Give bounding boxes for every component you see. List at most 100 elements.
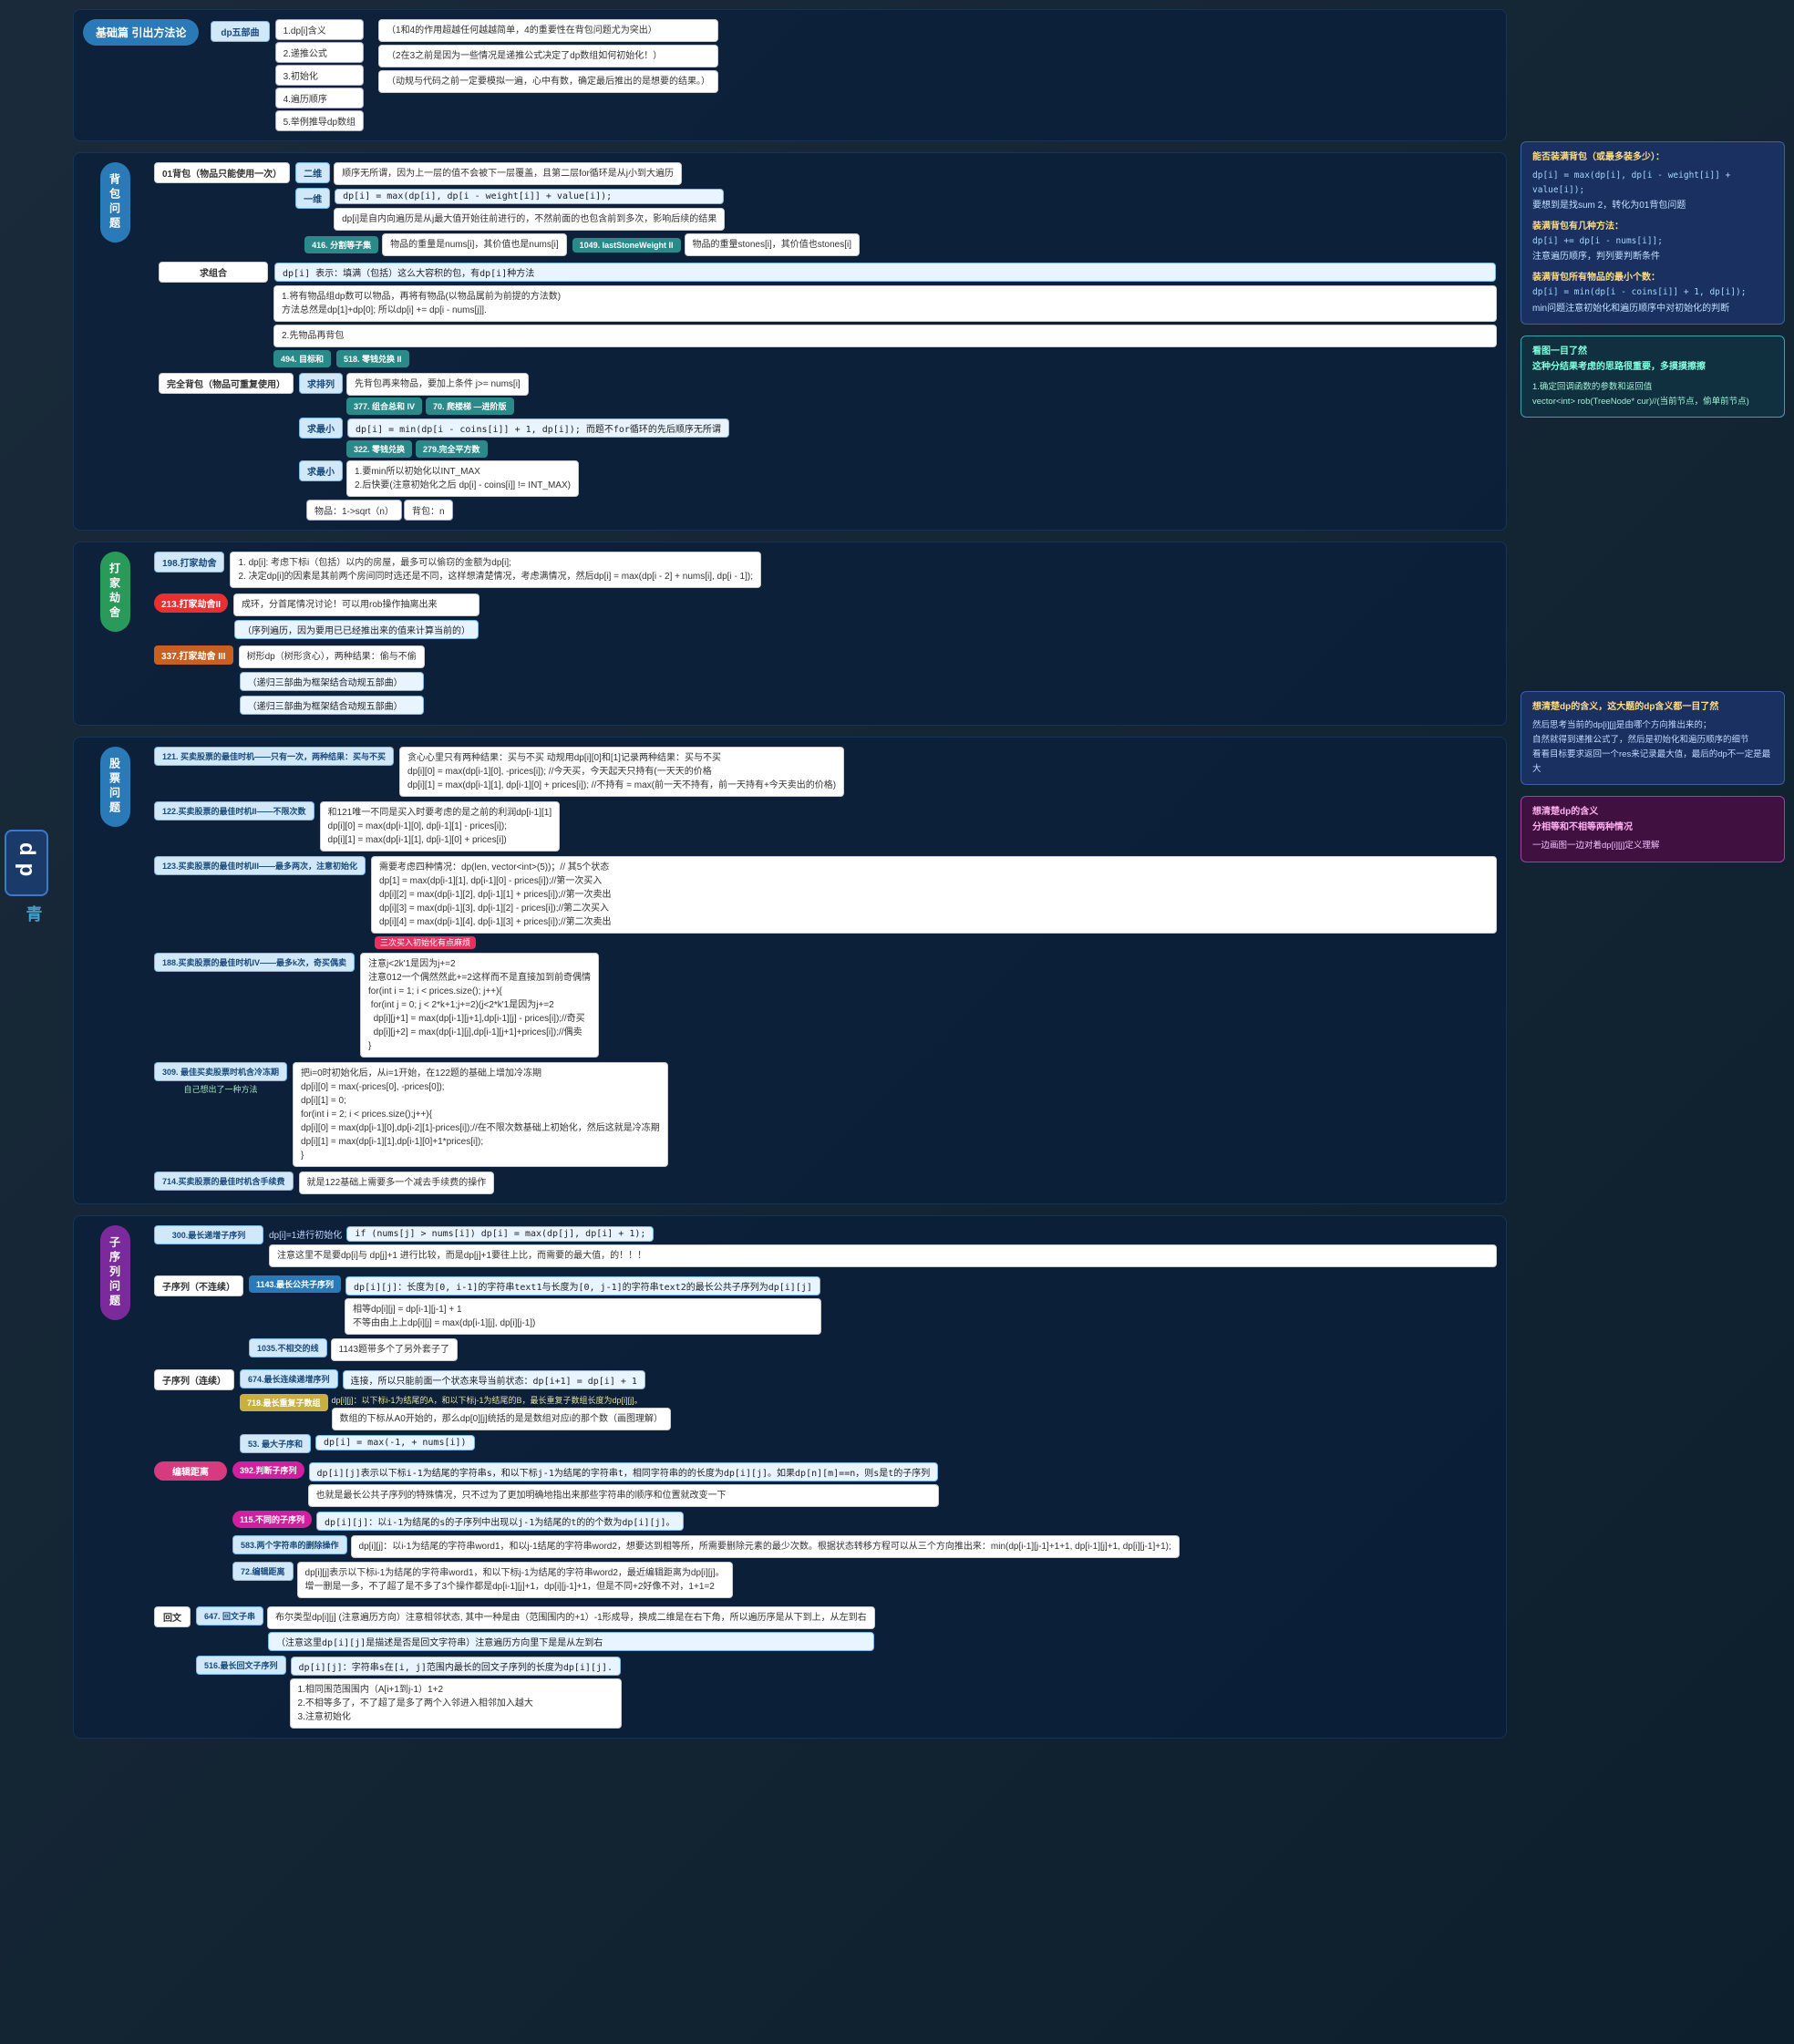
- huiwen-label: 回文: [154, 1606, 191, 1627]
- beibao-right-title1: 能否装满背包（或最多装多少）：: [1532, 150, 1773, 165]
- beibao-right-formula3: dp[i] = min(dp[i - coins[i]] + 1, dp[i])…: [1532, 285, 1773, 300]
- gupiao-section: 股票问题 121. 买卖股票的最佳时机——只有一次，两种结果：买与不买 贪心心里…: [73, 737, 1507, 1204]
- prob-337-id: 337.打家劫舍 III: [154, 645, 233, 665]
- wanquan-pailic-label: 求排列: [299, 373, 343, 394]
- jichu-title: 基础篇 引出方法论: [83, 19, 199, 46]
- gupiao-123-label: 123.买卖股票的最佳时机III——最多两次，注意初始化: [154, 856, 366, 875]
- zixulie-right-info2: 想清楚dp的含义分相等和不相等两种情况 一边画图一边对着dp[i][j]定义理解: [1521, 796, 1785, 862]
- beibao-right-note2: 注意遍历顺序，判列要判断条件: [1532, 249, 1773, 264]
- beibao-01-problems: 416. 分割等子集 物品的重量是nums[i]，其价值也是nums[i] 10…: [295, 233, 860, 256]
- beibao-01-2d-label: 二维: [295, 162, 330, 183]
- zixulie-right-content2: 一边画图一边对着dp[i][j]定义理解: [1532, 839, 1773, 853]
- prob-718: 718.最长重复子数组 dp[i][j]：以下标i-1为结尾的A，和以下标j-1…: [240, 1394, 1497, 1430]
- prob-337-recursion-note: （递归三部曲为框架结合动规五部曲）: [240, 672, 424, 691]
- prob-72-desc: dp[i][j]表示以下标i-1为结尾的字符串word1，和以下标j-1为结尾的…: [297, 1562, 733, 1598]
- dp-step5: 5.举例推导dp数组: [275, 110, 364, 131]
- prob-377: 377. 组合总和 IV: [346, 397, 422, 415]
- gupiao-714-desc: 就是122基础上需要多一个减去手续费的操作: [299, 1172, 495, 1194]
- prob-1143-id: 1143.最长公共子序列: [249, 1275, 341, 1293]
- wanquan-pailie-desc: 先背包再来物品，要加上条件 j>= nums[i]: [346, 373, 529, 396]
- jichu-section: 基础篇 引出方法论 dp五部曲 1.dp[i]含义 2.递推公式 3.初始化 4…: [73, 9, 1507, 141]
- gupiao-121: 121. 买卖股票的最佳时机——只有一次，两种结果：买与不买 贪心心里只有两种结…: [154, 747, 1497, 797]
- prob-583: 583.两个字符串的删除操作 dp[i][j]：以i-1为结尾的字符串word1…: [232, 1535, 1497, 1558]
- prob-72: 72.编辑距离 dp[i][j]表示以下标i-1为结尾的字符串word1，和以下…: [232, 1562, 1497, 1598]
- dajiayoudou-198: 198.打家劫舍 1. dp[i]: 考虑下标i（包括）以内的房屋，最多可以偷窃…: [154, 552, 1497, 588]
- beibao-right-note1: 要想到是找sum 2，转化为01背包问题: [1532, 198, 1773, 213]
- dajiayoudou-right-title: 看图一目了然这种分结果考虑的思路很重要，多摸摸擦擦: [1532, 344, 1773, 375]
- bianjijuli-label: 编辑距离: [154, 1461, 227, 1481]
- prob-213-seq-note: （序列遍历，因为要用已已经推出来的值来计算当前的）: [234, 620, 479, 639]
- beibao-01-1d-formula: dp[i] = max(dp[i], dp[i - weight[i]] + v…: [335, 189, 724, 204]
- prob-198-id: 198.打家劫舍: [154, 552, 224, 573]
- prob-416-note: 物品的重量是nums[i]，其价值也是nums[i]: [382, 233, 566, 256]
- zixulie-right-title1: 想清楚dp的含义，这大题的dp含义都一目了然: [1532, 699, 1773, 715]
- beibao-right-info: 能否装满背包（或最多装多少）： dp[i] = max(dp[i], dp[i …: [1521, 141, 1785, 325]
- prob-115-id: 115.不同的子序列: [232, 1511, 312, 1528]
- gupiao-309-label: 309. 最佳买卖股票时机含冷冻期: [154, 1062, 287, 1081]
- prob-53: 53. 最大子序和 dp[i] = max(-1, + nums[i]): [240, 1434, 1497, 1453]
- prob-718-dplabel: dp[i][j]：以下标i-1为结尾的A，和以下标j-1为结尾的B，最长重复子数…: [332, 1394, 671, 1406]
- zixulie-section: 子序列问题 300.最长递增子序列 dp[i]=1进行初始化 if (nums[…: [73, 1215, 1507, 1739]
- prob-1049-id: 1049. lastStoneWeight II: [572, 238, 681, 253]
- gupiao-122: 122.买卖股票的最佳时机II——不限次数 和121唯一不同是买入时要考虑的是之…: [154, 801, 1497, 852]
- prob-674-id: 674.最长连续递增序列: [240, 1369, 338, 1388]
- beibao-01-1d: 一维 dp[i] = max(dp[i], dp[i - weight[i]] …: [295, 188, 860, 231]
- main-container: dp 青 基础篇 引出方法论 dp五部曲: [0, 0, 1794, 2044]
- prob-213-note: 成环，分首尾情况讨论！可以用rob操作抽离出来: [233, 594, 479, 616]
- dp-step4: 4.遍历顺序: [275, 88, 364, 108]
- prob-647: 647. 回文子串 布尔类型dp[i][j] (注意遍历方向）注意相邻状态, 其…: [196, 1606, 1497, 1652]
- beibao-01-2d-desc: 顺序无所谓，因为上一层的值不会被下一层覆盖，且第二层for循环是从j小到大遍历: [334, 162, 682, 185]
- dp-step2: 2.递推公式: [275, 42, 364, 63]
- dajiayoudou-right-code: 1.确定回调函数的参数和返回值vector<int> rob(TreeNode*…: [1532, 380, 1773, 409]
- prob-337-desc: 树形dp（树形贪心），两种结果：偷与不偷: [239, 645, 425, 668]
- prob-516-id: 516.最长回文子序列: [196, 1656, 286, 1675]
- gupiao-188-desc: 注意j<2k'1是因为j+=2 注意012一个偶然然此+=2这样而不是直接加到前…: [360, 953, 599, 1058]
- prob-718-id: 718.最长重复子数组: [240, 1394, 328, 1411]
- prob-1035-id: 1035.不相交的线: [249, 1338, 327, 1358]
- beibao-01-2d: 二维 顺序无所谓，因为上一层的值不会被下一层覆盖，且第二层for循环是从j小到大…: [295, 162, 860, 185]
- beibao-right-title3: 装满背包所有物品的最小个数：: [1532, 270, 1773, 285]
- dp-step3: 3.初始化: [275, 65, 364, 86]
- lianxu-label: 子序列（连续）: [154, 1369, 234, 1390]
- gupiao-123: 123.买卖股票的最佳时机III——最多两次，注意初始化 需要考虑四种情况：dp…: [154, 856, 1497, 948]
- beibao-right-note3: min问题注意初始化和遍历顺序中对初始化的判断: [1532, 301, 1773, 316]
- dajiayoudou-title: 打家劫舍: [100, 552, 130, 632]
- side-panels: 能否装满背包（或最多装多少）： dp[i] = max(dp[i], dp[i …: [1521, 0, 1785, 1750]
- zixulie-title: 子序列问题: [100, 1225, 130, 1320]
- dp-step1: 1.dp[i]含义: [275, 19, 364, 40]
- prob-647-formula-note: （注意这里dp[i][j]是描述是否是回文字符串）注意遍历方向里下是是从左到右: [268, 1632, 874, 1651]
- beibao-01-1d-label: 一维: [295, 188, 330, 209]
- gupiao-title: 股票问题: [100, 747, 130, 827]
- gupiao-123-desc: 需要考虑四种情况：dp(len, vector<int>(5))；// 其5个状…: [371, 856, 1497, 934]
- prob-198-desc: 1. dp[i]: 考虑下标i（包括）以内的房屋，最多可以偷窃的金额为dp[i]…: [230, 552, 761, 588]
- gupiao-122-desc: 和121唯一不同是买入时要考虑的是之前的利润dp[i-1][1] dp[i][0…: [320, 801, 561, 852]
- gupiao-123-tag: 三次买入初始化有点麻烦: [375, 936, 476, 949]
- dp-wubuqu-label: dp五部曲: [211, 21, 269, 42]
- gupiao-188: 188.买卖股票的最佳时机IV——最多k次，奇买偶卖 注意j<2k'1是因为j+…: [154, 953, 1497, 1058]
- prob-647-note: 布尔类型dp[i][j] (注意遍历方向）注意相邻状态, 其中一种是由（范围围内…: [267, 1606, 875, 1629]
- beibao-wanquan-label: 完全背包（物品可重复使用）: [159, 373, 294, 394]
- prob-300-formula: if (nums[j] > nums[i]) dp[i] = max(dp[j]…: [346, 1226, 654, 1242]
- left-sidebar: dp 青: [0, 0, 73, 1750]
- prob-1049-note: 物品的重量stones[i]，其价值也stones[i]: [685, 233, 860, 256]
- prob-213-id: 213.打家劫舍II: [154, 594, 228, 613]
- wanquan-zuixiao-formula: dp[i] = min(dp[i - coins[i]] + 1, dp[i])…: [347, 418, 729, 438]
- prob-1143: 1143.最长公共子序列 dp[i][j]：长度为[0, i-1]的字符串tex…: [249, 1275, 1497, 1335]
- prob-1143-formula: dp[i][j]：长度为[0, i-1]的字符串text1与长度为[0, j-1…: [345, 1276, 820, 1296]
- prob-583-desc: dp[i][j]：以i-1为结尾的字符串word1，和以j-1结尾的字符串wor…: [351, 1535, 1180, 1558]
- jichu-note2: （2在3之前是因为一些情况是递推公式决定了dp数组如何初始化！）: [378, 45, 718, 67]
- gupiao-121-desc: 贪心心里只有两种结果：买与不买 动规用dp[i][0]和[1]记录两种结果：买与…: [399, 747, 844, 797]
- wanquan-zuixiao2-label: 求最小: [299, 460, 343, 481]
- zixulie-huiwen-group: 回文 647. 回文子串 布尔类型dp[i][j] (注意遍历方向）注意相邻状态…: [154, 1606, 1497, 1729]
- prob-337-code-note: （递归三部曲为框架结合动规五部曲）: [240, 696, 424, 715]
- prob-392-formula: dp[i][j]表示以下标i-1为结尾的字符串s，和以下标j-1为结尾的字符串t…: [309, 1462, 939, 1481]
- prob-70: 70. 爬楼梯 —进阶版: [426, 397, 514, 415]
- dajiayoudou-337: 337.打家劫舍 III 树形dp（树形贪心），两种结果：偷与不偷 （递归三部曲…: [154, 645, 1497, 716]
- beibao-qiuzu: 求组合 dp[i] 表示：填满（包括）这么大容积的包，有dp[i]种方法 1.将…: [154, 262, 1497, 367]
- beibao-section: 背包问题 01背包（物品只能使用一次） 二维 顺序无所谓，因为上: [73, 152, 1507, 531]
- prob-516: 516.最长回文子序列 dp[i][j]：字符串s在[i, j]范围内最长的回文…: [196, 1656, 1497, 1729]
- prob-647-id: 647. 回文子串: [196, 1606, 263, 1626]
- prob-494: 494. 目标和: [273, 350, 331, 367]
- page-layout: dp 青 基础篇 引出方法论 dp五部曲: [0, 0, 1794, 1750]
- prob-53-id: 53. 最大子序和: [240, 1434, 311, 1453]
